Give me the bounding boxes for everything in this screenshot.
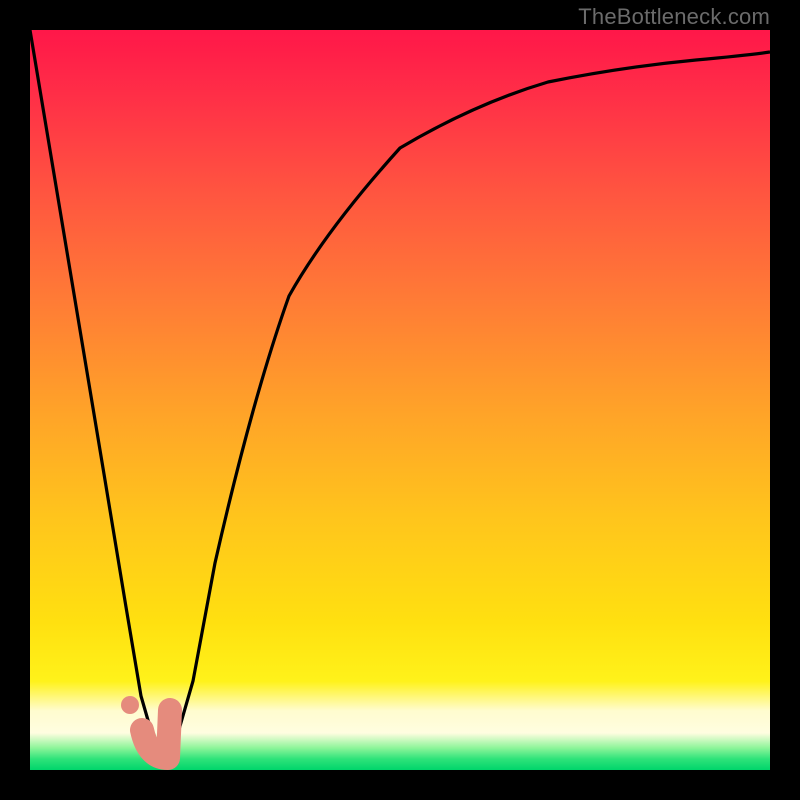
highlight-dot: [121, 696, 139, 714]
plot-area: [30, 30, 770, 770]
chart-frame: TheBottleneck.com: [0, 0, 800, 800]
bottleneck-curve: [30, 30, 770, 754]
curve-layer: [30, 30, 770, 770]
watermark-text: TheBottleneck.com: [578, 4, 770, 30]
